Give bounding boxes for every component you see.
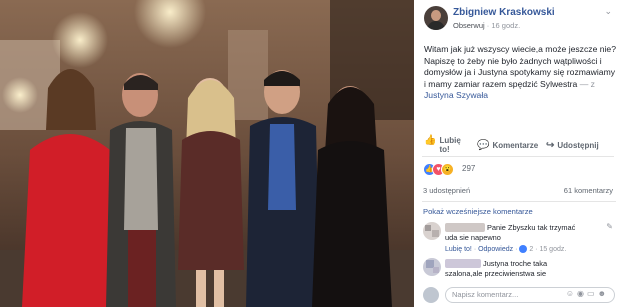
comment-input-placeholder: Napisz komentarz... xyxy=(452,290,519,299)
comment-item: Panie Zbyszku tak trzymać uda sie napewn… xyxy=(423,222,613,256)
shares-count[interactable]: 3 udostępnień xyxy=(423,186,470,195)
comment-reply-link[interactable]: Odpowiedz xyxy=(478,246,513,253)
post-meta: Obserwuj · 16 godz. xyxy=(453,21,520,30)
post-photo[interactable] xyxy=(0,0,414,307)
share-icon: ↪ xyxy=(546,140,555,151)
comment-icon: 💬 xyxy=(477,140,490,151)
current-user-avatar xyxy=(423,287,439,303)
reaction-count[interactable]: 297 xyxy=(462,164,475,173)
comment-item: Justyna troche taka szalona,ale przeciwi… xyxy=(423,258,613,284)
sticker-icon[interactable]: ☻ xyxy=(598,289,609,298)
commenter-name-redacted xyxy=(445,223,485,232)
author-name[interactable]: Zbigniew Kraskowski xyxy=(453,7,555,18)
emoji-icon[interactable]: ☺ xyxy=(566,289,577,298)
tagged-user-link[interactable]: Justyna Szywała xyxy=(424,90,488,100)
group-photo-image xyxy=(0,0,414,307)
follow-button[interactable]: Obserwuj xyxy=(453,21,485,30)
comment-like-link[interactable]: Lubię to! xyxy=(445,246,472,253)
comment-text-line2: uda sie napewno xyxy=(445,233,501,242)
comment-like-count[interactable]: 2 xyxy=(529,246,533,253)
with-prefix: — z xyxy=(579,78,595,89)
camera-icon[interactable]: ◉ xyxy=(577,289,587,298)
comment-input[interactable]: Napisz komentarz... ☺◉▭☻ xyxy=(445,287,615,303)
comment-composer: Napisz komentarz... ☺◉▭☻ xyxy=(423,287,615,303)
comment-label: Komentarze xyxy=(492,141,539,150)
author-avatar[interactable] xyxy=(424,6,448,30)
share-button[interactable]: ↪ Udostępnij xyxy=(546,140,599,151)
comment-text-line2: szalona,ale przeciwienstwa sie xyxy=(445,269,547,278)
divider xyxy=(422,201,616,202)
comment-options-icon[interactable]: ✎ xyxy=(606,222,613,231)
post-actions: 👍 Lubię to! 💬 Komentarze ↪ Udostępnij xyxy=(422,134,614,157)
chevron-down-icon[interactable]: ⌄ xyxy=(604,6,612,17)
meta-separator: · xyxy=(486,21,490,30)
post-header: Zbigniew Kraskowski Obserwuj · 16 godz. … xyxy=(414,0,620,36)
comments-count[interactable]: 61 komentarzy xyxy=(564,186,613,195)
post-time[interactable]: 16 godz. xyxy=(491,21,520,30)
commenter-avatar[interactable] xyxy=(423,222,441,240)
comment-text-line1: Justyna troche taka xyxy=(483,259,548,268)
comment-text-line1: Panie Zbyszku tak trzymać xyxy=(487,223,576,232)
post-panel: Zbigniew Kraskowski Obserwuj · 16 godz. … xyxy=(414,0,620,307)
thumbs-up-icon: 👍 xyxy=(424,135,437,146)
commenter-name-redacted xyxy=(445,259,481,268)
share-label: Udostępnij xyxy=(557,141,599,150)
comment-time[interactable]: 15 godz. xyxy=(539,246,566,253)
show-previous-comments-link[interactable]: Pokaż wcześniejsze komentarze xyxy=(423,207,533,216)
comment-button[interactable]: 💬 Komentarze xyxy=(477,140,539,151)
gif-icon[interactable]: ▭ xyxy=(587,289,598,298)
commenter-avatar[interactable] xyxy=(423,258,441,276)
wow-reaction-icon: 😮 xyxy=(441,163,454,176)
like-label: Lubię to! xyxy=(439,136,461,154)
comment-like-badge-icon xyxy=(519,245,528,253)
comment-actions: Lubię to! · Odpowiedz · 2 · 15 godz. xyxy=(445,245,567,253)
like-button[interactable]: 👍 Lubię to! xyxy=(424,135,461,155)
post-text: Witam jak już wszyscy wiecie,a może jesz… xyxy=(424,44,616,102)
post-stats: 3 udostępnień 61 komentarzy xyxy=(423,186,613,195)
